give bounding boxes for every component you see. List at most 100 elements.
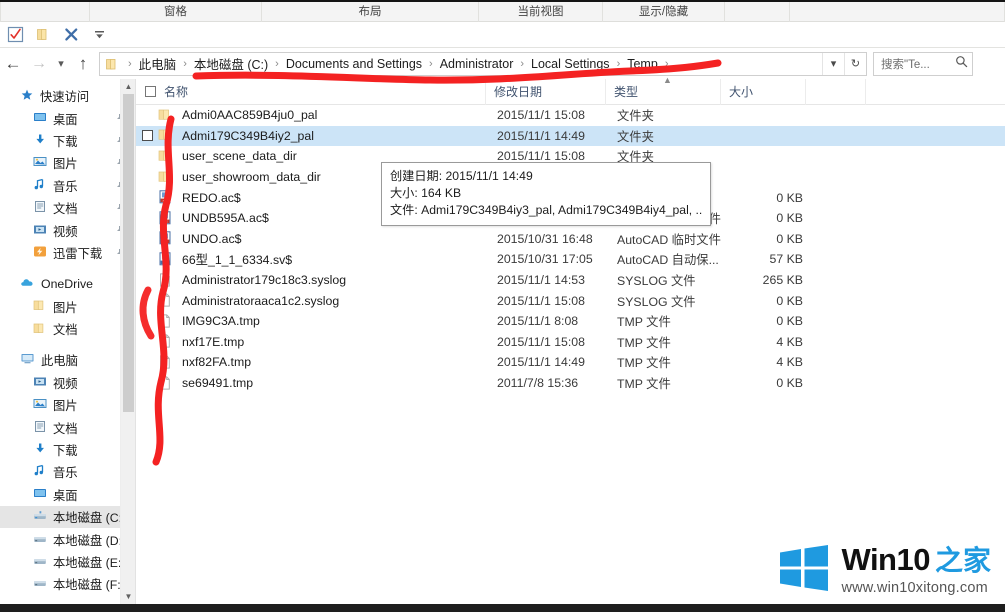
- breadcrumb-item-documents-and-settings[interactable]: Documents and Settings: [284, 57, 424, 71]
- sidebar-item-local-disk-f[interactable]: 本地磁盘 (F:): [0, 573, 135, 595]
- cell-size: 4 KB: [776, 355, 803, 370]
- generic-file-icon: [158, 293, 175, 308]
- ribbon-group-panes: 窗格: [90, 0, 262, 22]
- column-header-size[interactable]: 大小: [721, 78, 806, 105]
- cell-date: 2015/11/1 14:49: [497, 128, 585, 143]
- sidebar-item-pictures[interactable]: 图片: [0, 152, 135, 174]
- sidebar-item-label: 文档: [53, 202, 78, 217]
- delete-icon[interactable]: [62, 25, 81, 44]
- select-all-checkbox[interactable]: [145, 86, 156, 97]
- breadcrumb-item-temp[interactable]: Temp: [625, 57, 660, 71]
- row-checkbox-slot[interactable]: [136, 130, 158, 142]
- search-input[interactable]: 搜索"Te...: [881, 56, 955, 72]
- breadcrumb-item-administrator[interactable]: Administrator: [438, 57, 516, 71]
- column-header-date-modified[interactable]: 修改日期: [486, 78, 606, 105]
- cell-name: nxf17E.tmp: [158, 334, 497, 349]
- cell-size: 0 KB: [776, 314, 803, 329]
- column-header-type[interactable]: ▲ 类型: [606, 75, 721, 105]
- sidebar-section-this-pc[interactable]: 此电脑: [0, 349, 135, 371]
- breadcrumb-separator[interactable]: ›: [270, 58, 284, 70]
- ribbon-group-show-hide: 显示/隐藏: [603, 0, 725, 22]
- breadcrumb-separator[interactable]: ›: [660, 58, 674, 70]
- table-row[interactable]: Administrator179c18c3.syslog 2015/11/1 1…: [136, 270, 1005, 291]
- generic-file-icon: [158, 375, 175, 391]
- sidebar-item-onedrive-pictures[interactable]: 图片: [0, 296, 135, 318]
- file-tooltip: 创建日期: 2015/11/1 14:49 大小: 164 KB 文件: Adm…: [381, 162, 711, 226]
- cloud-icon: [20, 276, 35, 292]
- sidebar-item-label: 迅雷下载: [53, 246, 103, 261]
- new-folder-icon[interactable]: [34, 25, 53, 44]
- sidebar-section-quick-access[interactable]: 快速访问: [0, 85, 135, 107]
- sort-ascending-icon: ▲: [663, 74, 672, 85]
- forward-button[interactable]: →: [26, 51, 52, 77]
- table-row[interactable]: IMG9C3A.tmp 2015/11/1 8:08 TMP 文件 0 KB: [136, 311, 1005, 332]
- breadcrumb-separator[interactable]: ›: [424, 58, 438, 70]
- sidebar-item-pc-documents[interactable]: 文档: [0, 416, 135, 438]
- sidebar-item-desktop[interactable]: 桌面: [0, 107, 135, 129]
- sidebar-item-pc-videos[interactable]: 视频: [0, 372, 135, 394]
- refresh-icon[interactable]: ↻: [844, 52, 866, 75]
- table-row[interactable]: ac$ UNDO.ac$ 2015/10/31 16:48 AutoCAD 临时…: [136, 229, 1005, 250]
- search-box[interactable]: 搜索"Te...: [873, 51, 973, 76]
- cell-name: IMG9C3A.tmp: [158, 314, 497, 329]
- breadcrumb-separator[interactable]: ›: [178, 58, 192, 70]
- breadcrumb-separator[interactable]: ›: [515, 58, 529, 70]
- sidebar-item-pc-music[interactable]: 音乐: [0, 461, 135, 483]
- sidebar-item-local-disk-d[interactable]: 本地磁盘 (D:): [0, 528, 135, 550]
- recent-locations-button[interactable]: ▾: [52, 51, 70, 77]
- sidebar-item-videos[interactable]: 视频: [0, 219, 135, 241]
- sidebar-scrollbar[interactable]: ▲ ▼: [120, 79, 135, 604]
- file-rows: Admi0AAC859B4ju0_pal 2015/11/1 15:08 文件夹: [136, 105, 1005, 393]
- breadcrumb-item-local-settings[interactable]: Local Settings: [529, 57, 612, 71]
- sidebar-item-label: 视频: [53, 376, 78, 391]
- up-button[interactable]: ↑: [70, 51, 96, 77]
- cell-size: 4 KB: [776, 334, 803, 349]
- sidebar-item-local-disk-c[interactable]: 本地磁盘 (C:): [0, 506, 135, 529]
- breadcrumb-bar[interactable]: › 此电脑 › 本地磁盘 (C:) › Documents and Settin…: [99, 51, 867, 76]
- table-row[interactable]: nxf17E.tmp 2015/11/1 15:08 TMP 文件 4 KB: [136, 332, 1005, 353]
- sidebar-item-pc-pictures[interactable]: 图片: [0, 394, 135, 416]
- scroll-up-icon[interactable]: ▲: [121, 79, 135, 94]
- breadcrumb-separator[interactable]: ›: [123, 58, 137, 70]
- generic-file-icon: [158, 355, 175, 370]
- sidebar-section-onedrive[interactable]: OneDrive: [0, 273, 135, 295]
- table-row[interactable]: Administratoraaca1c2.syslog 2015/11/1 15…: [136, 290, 1005, 311]
- back-button[interactable]: ←: [0, 51, 26, 77]
- documents-icon: [33, 200, 47, 216]
- tooltip-files: 文件: Admi179C349B4iy3_pal, Admi179C349B4i…: [390, 203, 702, 217]
- properties-icon[interactable]: [6, 25, 25, 44]
- table-row[interactable]: se69491.tmp 2011/7/8 15:36 TMP 文件 0 KB: [136, 373, 1005, 394]
- breadcrumb-item-local-disk-c[interactable]: 本地磁盘 (C:): [192, 54, 270, 73]
- row-checkbox[interactable]: [141, 130, 153, 142]
- breadcrumb-item-this-pc[interactable]: 此电脑: [137, 54, 179, 73]
- table-row[interactable]: sv$ 66型_1_1_6334.sv$ 2015/10/31 17:05 Au…: [136, 249, 1005, 270]
- file-name: user_showroom_data_dir: [182, 170, 321, 185]
- column-header-label: 名称: [164, 85, 189, 99]
- windows-logo-icon: [778, 544, 830, 592]
- sidebar-item-downloads[interactable]: 下载: [0, 130, 135, 152]
- sidebar-item-onedrive-documents[interactable]: 文档: [0, 318, 135, 340]
- pictures-icon: [33, 397, 47, 413]
- cell-type: TMP 文件: [617, 315, 671, 330]
- table-row[interactable]: Admi179C349B4iy2_pal 2015/11/1 14:49 文件夹: [136, 125, 1005, 147]
- drive-icon: [33, 532, 47, 548]
- sidebar-item-local-disk-e[interactable]: 本地磁盘 (E:): [0, 551, 135, 573]
- breadcrumb-separator[interactable]: ›: [612, 58, 626, 70]
- sidebar-item-pc-desktop[interactable]: 桌面: [0, 484, 135, 506]
- scroll-down-icon[interactable]: ▼: [121, 589, 135, 604]
- thunder-icon: [33, 245, 47, 261]
- sidebar-item-pc-downloads[interactable]: 下载: [0, 439, 135, 461]
- chevron-down-icon[interactable]: ▾: [822, 52, 844, 75]
- cell-type: TMP 文件: [617, 335, 671, 350]
- sidebar-item-music[interactable]: 音乐: [0, 175, 135, 197]
- sidebar-item-thunder-download[interactable]: 迅雷下载: [0, 242, 135, 264]
- scrollbar-thumb[interactable]: [123, 94, 134, 412]
- customize-quick-access-icon[interactable]: [90, 25, 109, 44]
- watermark-url: www.win10xitong.com: [841, 580, 988, 596]
- column-header-name[interactable]: 名称: [136, 78, 486, 105]
- table-row[interactable]: Admi0AAC859B4ju0_pal 2015/11/1 15:08 文件夹: [136, 105, 1005, 126]
- table-row[interactable]: nxf82FA.tmp 2015/11/1 14:49 TMP 文件 4 KB: [136, 352, 1005, 373]
- sidebar-item-documents[interactable]: 文档: [0, 197, 135, 219]
- sidebar-item-label: 本地磁盘 (E:): [53, 556, 126, 570]
- cell-name: sv$ 66型_1_1_6334.sv$: [158, 250, 497, 268]
